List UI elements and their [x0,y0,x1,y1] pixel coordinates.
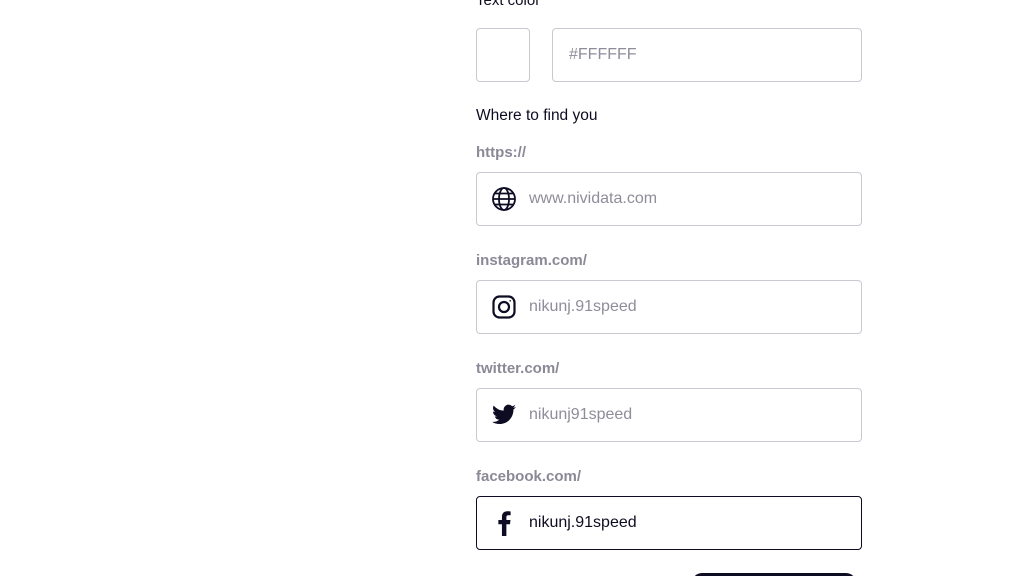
twitter-field[interactable] [476,388,862,442]
facebook-field[interactable] [476,496,862,550]
website-prefix-label: https:// [476,144,526,161]
twitter-icon [491,402,517,428]
color-swatch-button[interactable] [476,28,530,82]
instagram-input[interactable] [529,281,849,333]
website-field[interactable] [476,172,862,226]
instagram-icon [491,294,517,320]
facebook-icon [491,510,517,536]
website-input[interactable] [529,173,849,225]
where-to-find-you-heading: Where to find you [476,107,598,124]
instagram-prefix-label: instagram.com/ [476,252,587,269]
twitter-prefix-label: twitter.com/ [476,360,560,377]
facebook-input[interactable] [529,497,849,549]
instagram-field[interactable] [476,280,862,334]
twitter-input[interactable] [529,389,849,441]
hex-color-field[interactable] [552,28,862,82]
text-color-label: Text color [476,0,541,9]
hex-color-input[interactable] [553,29,849,81]
profile-settings-page: Text color Where to find you https:// in… [0,0,1028,576]
facebook-prefix-label: facebook.com/ [476,468,582,485]
globe-icon [491,186,517,212]
